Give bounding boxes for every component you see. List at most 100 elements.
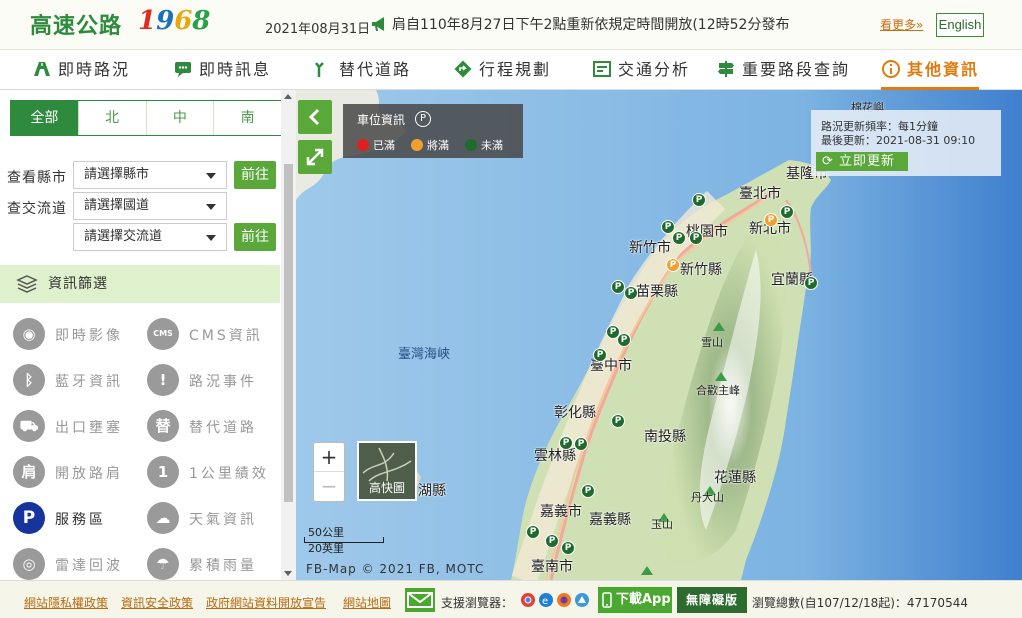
- service-area-marker[interactable]: P: [764, 213, 778, 227]
- open-data-link[interactable]: 政府網站資料開放宣告: [206, 594, 326, 611]
- service-area-marker[interactable]: P: [545, 534, 559, 548]
- county-select[interactable]: 請選擇縣市: [73, 161, 227, 189]
- accessible-version-button[interactable]: 無障礙版: [677, 587, 747, 613]
- interchange-select[interactable]: 請選擇交流道: [73, 223, 227, 251]
- filter-weather[interactable]: ☁ 天氣資訊: [147, 502, 287, 536]
- service-area-marker[interactable]: P: [624, 286, 638, 300]
- refresh-icon: ⟳: [822, 154, 834, 169]
- service-area-marker[interactable]: P: [526, 525, 540, 539]
- chevron-down-icon: [206, 173, 216, 179]
- announcement-marquee[interactable]: 肩自110年8月27日下午2點重新依規定時間開放(12時52分發布: [392, 14, 872, 36]
- service-area-marker[interactable]: P: [661, 220, 675, 234]
- nav-realtime-traffic[interactable]: 即時路況: [32, 50, 130, 90]
- logo-digit: 9: [156, 6, 175, 36]
- county-go-button[interactable]: 前往: [234, 161, 276, 189]
- map-label: 臺北市: [739, 186, 781, 202]
- county-select-value: 請選擇縣市: [84, 167, 150, 182]
- service-area-marker[interactable]: P: [611, 414, 625, 428]
- filter-title: 資訊篩選: [48, 276, 108, 292]
- service-area-marker[interactable]: P: [780, 205, 794, 219]
- service-area-marker[interactable]: P: [561, 541, 575, 555]
- filter-open-shoulder[interactable]: 肩 開放路肩: [13, 456, 153, 490]
- filter-label: 1公里績效: [189, 466, 269, 482]
- security-policy-link[interactable]: 資訊安全政策: [121, 594, 193, 611]
- freeway-map-preview: [362, 447, 412, 482]
- service-area-marker[interactable]: P: [617, 333, 631, 347]
- region-tab-north[interactable]: 北: [77, 101, 146, 135]
- freeway-map-thumbnail[interactable]: 高快圖: [357, 441, 417, 501]
- nav-realtime-message[interactable]: 即時訊息: [173, 50, 271, 90]
- filter-rainfall[interactable]: ☂ 累積雨量: [147, 548, 287, 582]
- filter-service-area[interactable]: P 服務區: [13, 502, 153, 536]
- county-label: 查看縣市: [7, 170, 67, 186]
- service-area-marker[interactable]: P: [611, 280, 625, 294]
- sidebar-scrollbar[interactable]: [281, 90, 296, 580]
- parking-legend: 車位資訊 P 已滿 將滿 未滿: [343, 104, 523, 158]
- last-update: 最後更新：2021-08-31 09:10: [821, 134, 976, 147]
- zoom-out-button[interactable]: −: [314, 472, 344, 501]
- collapse-sidebar-button[interactable]: [298, 100, 332, 134]
- map-label: 臺南市: [531, 559, 573, 575]
- filter-radar[interactable]: ◎ 雷達回波: [13, 548, 153, 582]
- filter-cctv[interactable]: ◉ 即時影像: [13, 318, 153, 352]
- service-area-marker[interactable]: P: [666, 258, 680, 272]
- signpost-icon: [718, 61, 734, 77]
- filter-incident[interactable]: ! 路況事件: [147, 364, 287, 398]
- region-tabs: 全部 北 中 南: [10, 100, 282, 136]
- filter-bluetooth[interactable]: ᛒ 藍牙資訊: [13, 364, 153, 398]
- layers-icon: [16, 275, 38, 293]
- nav-other-info[interactable]: 其他資訊: [881, 50, 980, 90]
- service-area-marker[interactable]: P: [574, 437, 588, 451]
- refresh-button[interactable]: ⟳ 立即更新: [816, 152, 908, 171]
- nav-alternative-route[interactable]: 替代道路: [313, 50, 411, 90]
- freeway-select[interactable]: 請選擇國道: [73, 192, 227, 220]
- camera-icon: ◉: [13, 318, 45, 350]
- service-area-marker[interactable]: P: [692, 193, 706, 207]
- chevron-left-icon: [308, 108, 320, 126]
- download-app-button[interactable]: 下載App: [598, 587, 672, 613]
- scroll-down-icon[interactable]: [284, 571, 292, 576]
- scroll-thumb[interactable]: [284, 164, 293, 502]
- site-logo-text[interactable]: 高速公路: [30, 8, 122, 40]
- service-area-marker[interactable]: P: [672, 231, 686, 245]
- message-icon: [175, 62, 191, 77]
- nav-traffic-analysis[interactable]: 交通分析: [592, 50, 690, 90]
- interchange-go-button[interactable]: 前往: [234, 223, 276, 251]
- logo-digit: 8: [192, 6, 211, 36]
- map-label: 新竹市: [629, 240, 671, 256]
- legend-label: 未滿: [481, 139, 503, 152]
- filter-alternative-road[interactable]: 替 替代道路: [147, 410, 287, 444]
- envelope-shape: [407, 592, 433, 608]
- orange-dot-icon: [411, 139, 423, 151]
- legend-label: 將滿: [427, 139, 449, 152]
- sitemap-link[interactable]: 網站地圖: [343, 594, 391, 611]
- region-tab-south[interactable]: 南: [213, 101, 281, 135]
- region-tab-all[interactable]: 全部: [11, 101, 78, 135]
- service-area-marker[interactable]: P: [689, 231, 703, 245]
- service-area-marker[interactable]: P: [804, 276, 818, 290]
- privacy-policy-link[interactable]: 網站隱私權政策: [24, 594, 108, 611]
- filter-1km-performance[interactable]: 1 1公里績效: [147, 456, 287, 490]
- site-logo-number[interactable]: 1968: [138, 6, 210, 36]
- filter-exit-congestion[interactable]: ⛟ 出口壅塞: [13, 410, 153, 444]
- green-dot-icon: [465, 139, 477, 151]
- mail-icon[interactable]: [405, 588, 435, 612]
- service-area-marker[interactable]: P: [559, 436, 573, 450]
- footer: 網站隱私權政策 資訊安全政策 政府網站資料開放宣告 網站地圖 支援瀏覽器： e …: [0, 580, 1022, 618]
- map-view[interactable]: 棉花嶼 基隆市 臺北市 新北市 桃園市 新竹市 新竹縣 宜蘭縣 苗栗縣 臺灣海峽…: [296, 90, 1022, 580]
- filter-header[interactable]: 資訊篩選: [0, 265, 280, 303]
- nav-trip-planning[interactable]: 行程規劃: [453, 50, 551, 90]
- english-button[interactable]: English: [936, 13, 984, 37]
- fullscreen-button[interactable]: [298, 140, 332, 174]
- nav-label: 交通分析: [618, 60, 691, 79]
- service-area-marker[interactable]: P: [593, 348, 607, 362]
- nav-important-sections[interactable]: 重要路段查詢: [716, 50, 850, 90]
- more-news-link[interactable]: 看更多»: [880, 16, 923, 33]
- zoom-in-button[interactable]: +: [314, 443, 344, 472]
- filter-cms[interactable]: CMS CMS資訊: [147, 318, 287, 352]
- service-area-marker[interactable]: P: [581, 484, 595, 498]
- interchange-label: 查交流道: [7, 201, 67, 217]
- nav-label: 其他資訊: [907, 60, 980, 79]
- region-tab-central[interactable]: 中: [145, 101, 214, 135]
- scroll-up-icon[interactable]: [284, 94, 292, 99]
